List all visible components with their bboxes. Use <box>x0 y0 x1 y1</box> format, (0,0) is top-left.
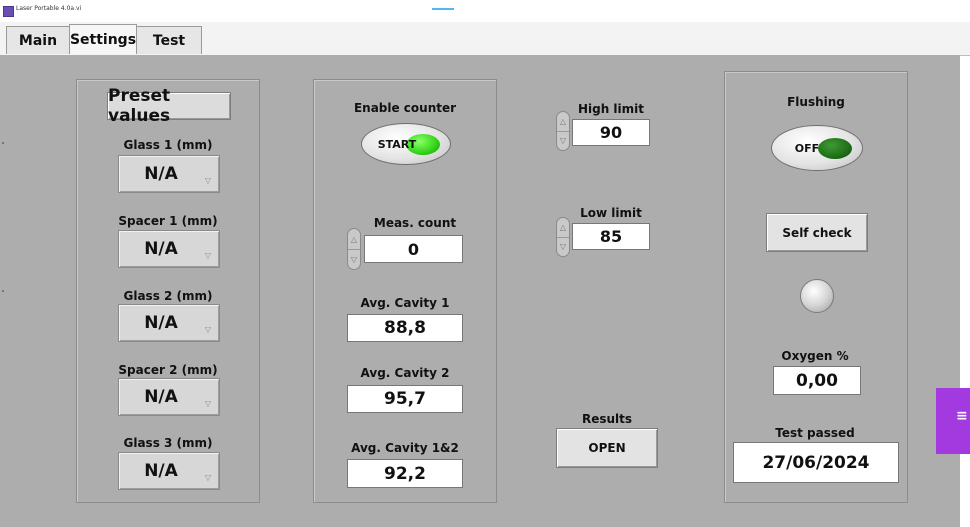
spin-down-icon[interactable]: ▽ <box>557 131 569 150</box>
high-limit-label: High limit <box>577 102 645 116</box>
high-limit-spinner[interactable]: △ ▽ <box>556 111 570 151</box>
start-button[interactable]: START <box>361 123 451 165</box>
glass-2-value: N/A <box>144 313 178 333</box>
low-limit-spinner[interactable]: △ ▽ <box>556 217 570 257</box>
test-passed-field: 27/06/2024 <box>733 442 899 483</box>
dropdown-arrow-icon: ▽ <box>204 251 211 260</box>
window-title-bar: Laser Portable 4.0a.vi <box>0 0 970 22</box>
spacer-1-ring[interactable]: N/A ▽ <box>118 230 220 268</box>
dropdown-arrow-icon: ▽ <box>204 176 211 185</box>
edge-mark <box>2 290 4 292</box>
spin-up-icon[interactable]: △ <box>557 112 569 132</box>
spin-up-icon[interactable]: △ <box>557 218 569 238</box>
results-open-button[interactable]: OPEN <box>556 428 658 468</box>
preset-values-heading: Preset values <box>107 86 231 126</box>
glass-1-value: N/A <box>144 164 178 184</box>
results-label: Results <box>581 412 633 426</box>
spacer-1-label: Spacer 1 (mm) <box>118 214 218 228</box>
avg-cavity-2-field: 95,7 <box>347 385 463 413</box>
spin-up-icon[interactable]: △ <box>348 229 360 250</box>
meas-count-field[interactable]: 0 <box>364 235 463 263</box>
edge-mark <box>2 142 4 144</box>
flushing-label: Flushing <box>787 95 845 109</box>
title-accent-line <box>432 8 454 10</box>
spacer-2-label: Spacer 2 (mm) <box>118 363 218 377</box>
enable-counter-label: Enable counter <box>353 101 457 115</box>
oxygen-field: 0,00 <box>773 366 861 395</box>
high-limit-field[interactable]: 90 <box>572 119 650 146</box>
meas-count-spinner[interactable]: △ ▽ <box>347 228 361 270</box>
tab-main[interactable]: Main <box>6 26 70 54</box>
spin-down-icon[interactable]: ▽ <box>348 249 360 269</box>
glass-1-label: Glass 1 (mm) <box>123 138 213 152</box>
low-limit-field[interactable]: 85 <box>572 223 650 250</box>
meas-count-label: Meas. count <box>373 216 457 230</box>
labview-icon <box>3 6 14 17</box>
start-button-label: START <box>377 137 417 151</box>
avg-cavity-12-label: Avg. Cavity 1&2 <box>351 441 459 455</box>
avg-cavity-1-label: Avg. Cavity 1 <box>360 296 450 310</box>
avg-cavity-12-field: 92,2 <box>347 459 463 488</box>
self-check-button[interactable]: Self check <box>766 213 868 252</box>
glass-3-ring[interactable]: N/A ▽ <box>118 452 220 490</box>
flushing-button-label: OFF <box>794 141 820 155</box>
window-title: Laser Portable 4.0a.vi <box>16 5 82 12</box>
avg-cavity-2-label: Avg. Cavity 2 <box>360 366 450 380</box>
glass-1-ring[interactable]: N/A ▽ <box>118 155 220 193</box>
glass-2-label: Glass 2 (mm) <box>123 289 213 303</box>
spacer-2-value: N/A <box>144 387 178 407</box>
glass-3-value: N/A <box>144 461 178 481</box>
tab-test[interactable]: Test <box>136 26 202 54</box>
spacer-2-ring[interactable]: N/A ▽ <box>118 378 220 416</box>
test-passed-label: Test passed <box>775 426 855 440</box>
dropdown-arrow-icon: ▽ <box>204 399 211 408</box>
spin-down-icon[interactable]: ▽ <box>557 237 569 256</box>
dropdown-arrow-icon: ▽ <box>204 325 211 334</box>
low-limit-label: Low limit <box>580 206 642 220</box>
avg-cavity-1-field: 88,8 <box>347 314 463 342</box>
glass-3-label: Glass 3 (mm) <box>123 436 213 450</box>
flushing-off-button[interactable]: OFF <box>771 125 863 171</box>
side-tab-icon: ≡ <box>956 408 968 424</box>
spacer-1-value: N/A <box>144 239 178 259</box>
dropdown-arrow-icon: ▽ <box>204 473 211 482</box>
oxygen-label: Oxygen % <box>781 349 849 363</box>
status-led-icon <box>800 279 834 313</box>
tab-settings[interactable]: Settings <box>69 24 137 54</box>
glass-2-ring[interactable]: N/A ▽ <box>118 304 220 342</box>
